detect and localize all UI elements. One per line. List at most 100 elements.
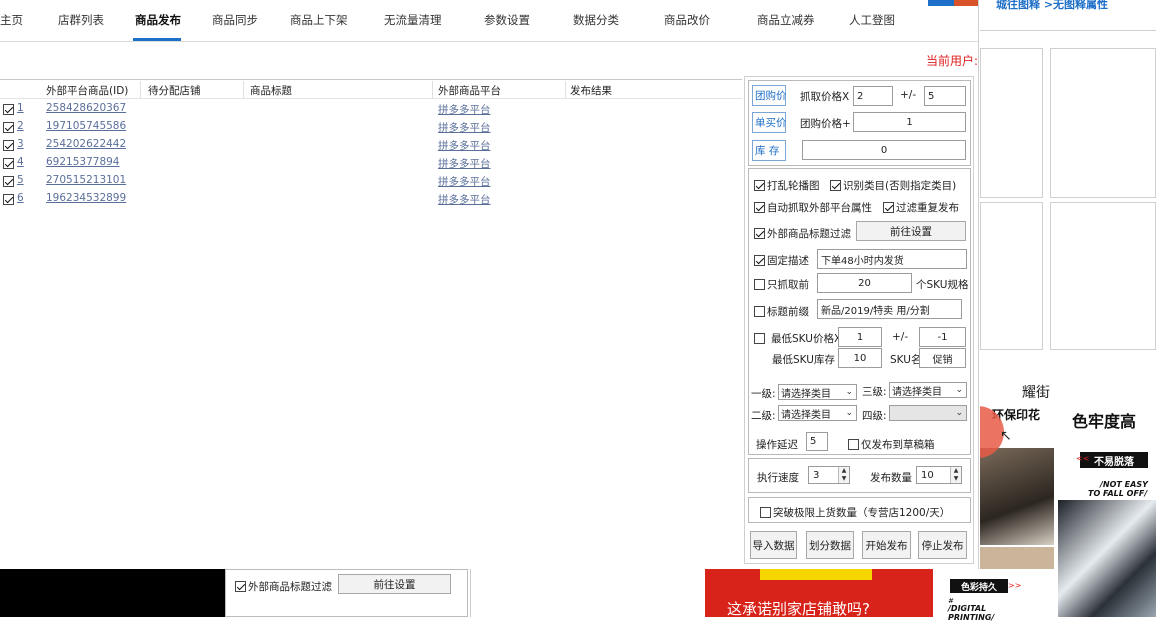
tab-price-change[interactable]: 商品改价 <box>664 12 710 28</box>
min-sku-stock-input[interactable]: 10 <box>838 348 882 368</box>
row-checkbox[interactable] <box>3 104 14 115</box>
checkbox-box <box>754 255 765 266</box>
goto-settings-button[interactable]: 前往设置 <box>856 221 966 241</box>
title-filter-checkbox[interactable]: 外部商品标题过滤 <box>754 226 851 241</box>
draft-only-checkbox[interactable]: 仅发布到草稿箱 <box>848 437 935 452</box>
table-row[interactable]: 2 197105745586 拼多多平台 <box>0 119 742 137</box>
category-level4-select[interactable]: ⌄ <box>889 405 967 421</box>
row-checkbox[interactable] <box>3 176 14 187</box>
checkbox-box <box>754 333 765 344</box>
chevron-down-icon: ⌄ <box>955 385 963 395</box>
row-id-link[interactable]: 196234532899 <box>46 192 126 204</box>
fixed-desc-checkbox[interactable]: 固定描述 <box>754 253 809 268</box>
single-price-button[interactable]: 单买价 <box>752 112 787 133</box>
row-index-link[interactable]: 5 <box>17 174 24 186</box>
row-index-link[interactable]: 3 <box>17 138 24 150</box>
table-row[interactable]: 3 254202622442 拼多多平台 <box>0 137 742 155</box>
fetch-price-multiplier-input[interactable]: 2 <box>853 86 893 106</box>
import-data-button[interactable]: 导入数据 <box>750 531 797 559</box>
start-publish-button[interactable]: 开始发布 <box>862 531 911 559</box>
stock-input[interactable]: 0 <box>802 140 966 160</box>
col-publish-result[interactable]: 发布结果 <box>570 83 612 98</box>
filter-duplicates-checkbox[interactable]: 过滤重复发布 <box>883 200 959 215</box>
fixed-desc-input[interactable]: 下单48小时内发货 <box>817 249 967 269</box>
bottom-title-filter-checkbox[interactable]: 外部商品标题过滤 <box>235 579 332 594</box>
row-checkbox[interactable] <box>3 140 14 151</box>
row-platform-link[interactable]: 拼多多平台 <box>438 102 491 117</box>
row-platform-link[interactable]: 拼多多平台 <box>438 174 491 189</box>
checkbox-label: 突破极限上货数量（专营店1200/天） <box>773 507 951 519</box>
tab-product-sync[interactable]: 商品同步 <box>212 12 258 28</box>
col-product-title[interactable]: 商品标题 <box>250 83 292 98</box>
row-id-link[interactable]: 254202622442 <box>46 138 126 150</box>
row-index-link[interactable]: 4 <box>17 156 24 168</box>
identify-category-checkbox[interactable]: 识别类目(否则指定类目) <box>830 178 956 193</box>
row-checkbox[interactable] <box>3 122 14 133</box>
tab-no-traffic-cleanup[interactable]: 无流量清理 <box>384 12 442 28</box>
category-level2-label: 二级: <box>751 410 776 422</box>
title-prefix-checkbox[interactable]: 标题前缀 <box>754 304 809 319</box>
table-row[interactable]: 5 270515213101 拼多多平台 <box>0 173 742 191</box>
category-level4-label: 四级: <box>862 410 887 422</box>
row-platform-link[interactable]: 拼多多平台 <box>438 138 491 153</box>
row-id-link[interactable]: 197105745586 <box>46 120 126 132</box>
image-placeholder <box>1050 48 1156 198</box>
col-external-id[interactable]: 外部平台商品(ID) <box>46 83 128 98</box>
min-sku-price-delta-input[interactable]: -1 <box>919 327 966 347</box>
tab-data-category[interactable]: 数据分类 <box>573 12 619 28</box>
row-id-link[interactable]: 69215377894 <box>46 156 120 168</box>
row-checkbox[interactable] <box>3 194 14 205</box>
group-price-plus-input[interactable]: 1 <box>853 112 966 132</box>
col-external-platform[interactable]: 外部商品平台 <box>438 83 501 98</box>
auto-fetch-attrs-checkbox[interactable]: 自动抓取外部平台属性 <box>754 200 872 215</box>
table-row[interactable]: 4 69215377894 拼多多平台 <box>0 155 742 173</box>
only-fetch-count-input[interactable]: 20 <box>817 273 912 293</box>
ad-arrow-mark: << <box>1076 454 1090 463</box>
row-platform-link[interactable]: 拼多多平台 <box>438 192 491 207</box>
checkbox-box <box>235 581 246 592</box>
min-sku-price-checkbox[interactable]: 最低SKU价格X <box>754 331 841 346</box>
only-fetch-first-checkbox[interactable]: 只抓取前 <box>754 277 809 292</box>
min-sku-price-mult-input[interactable]: 1 <box>838 327 882 347</box>
row-id-link[interactable]: 270515213101 <box>46 174 126 186</box>
checkbox-label: 过滤重复发布 <box>896 202 959 214</box>
row-platform-link[interactable]: 拼多多平台 <box>438 156 491 171</box>
row-index-link[interactable]: 2 <box>17 120 24 132</box>
row-index-link[interactable]: 1 <box>17 102 24 114</box>
category-level1-select[interactable]: 请选择类目 ⌄ <box>778 384 857 400</box>
bottom-goto-settings-button[interactable]: 前往设置 <box>338 574 451 594</box>
stepper-arrows-icon[interactable]: ▲ ▼ <box>950 467 961 483</box>
category-level2-select[interactable]: 请选择类目 ⌄ <box>778 405 857 421</box>
checkbox-label: 仅发布到草稿箱 <box>861 439 935 451</box>
shuffle-carousel-checkbox[interactable]: 打乱轮播图 <box>754 178 820 193</box>
stepper-arrows-icon[interactable]: ▲ ▼ <box>838 467 849 483</box>
stock-button[interactable]: 库 存 <box>752 140 786 161</box>
checkbox-box <box>883 202 894 213</box>
exec-speed-stepper[interactable]: 3 ▲ ▼ <box>808 466 850 484</box>
row-checkbox[interactable] <box>3 158 14 169</box>
table-row[interactable]: 1 258428620367 拼多多平台 <box>0 101 742 119</box>
row-index-link[interactable]: 6 <box>17 192 24 204</box>
tab-manual-image[interactable]: 人工登图 <box>849 12 895 28</box>
sku-name-input[interactable]: 促销 <box>919 348 966 368</box>
tab-discount-coupon[interactable]: 商品立减券 <box>757 12 815 28</box>
split-data-button[interactable]: 划分数据 <box>806 531 854 559</box>
stop-publish-button[interactable]: 停止发布 <box>918 531 967 559</box>
ad-no-fade-badge: 不易脱落 <box>1080 452 1148 468</box>
table-row[interactable]: 6 196234532899 拼多多平台 <box>0 191 742 209</box>
tab-product-listing[interactable]: 商品上下架 <box>290 12 348 28</box>
publish-count-stepper[interactable]: 10 ▲ ▼ <box>916 466 962 484</box>
row-platform-link[interactable]: 拼多多平台 <box>438 120 491 135</box>
category-level3-select[interactable]: 请选择类目 ⌄ <box>889 382 967 398</box>
tab-store-group-list[interactable]: 店群列表 <box>58 12 104 28</box>
operation-delay-input[interactable]: 5 <box>806 432 828 451</box>
tab-parameter-settings[interactable]: 参数设置 <box>484 12 530 28</box>
group-price-button[interactable]: 团购价 <box>752 85 787 106</box>
fetch-price-delta-input[interactable]: 5 <box>924 86 966 106</box>
tab-home[interactable]: 主页 <box>0 12 23 28</box>
col-assigned-store[interactable]: 待分配店铺 <box>148 83 201 98</box>
title-prefix-input[interactable]: 新品/2019/特卖 用/分割 <box>817 299 962 319</box>
break-limit-checkbox[interactable]: 突破极限上货数量（专营店1200/天） <box>760 505 950 520</box>
tab-product-publish[interactable]: 商品发布 <box>135 12 181 28</box>
row-id-link[interactable]: 258428620367 <box>46 102 126 114</box>
